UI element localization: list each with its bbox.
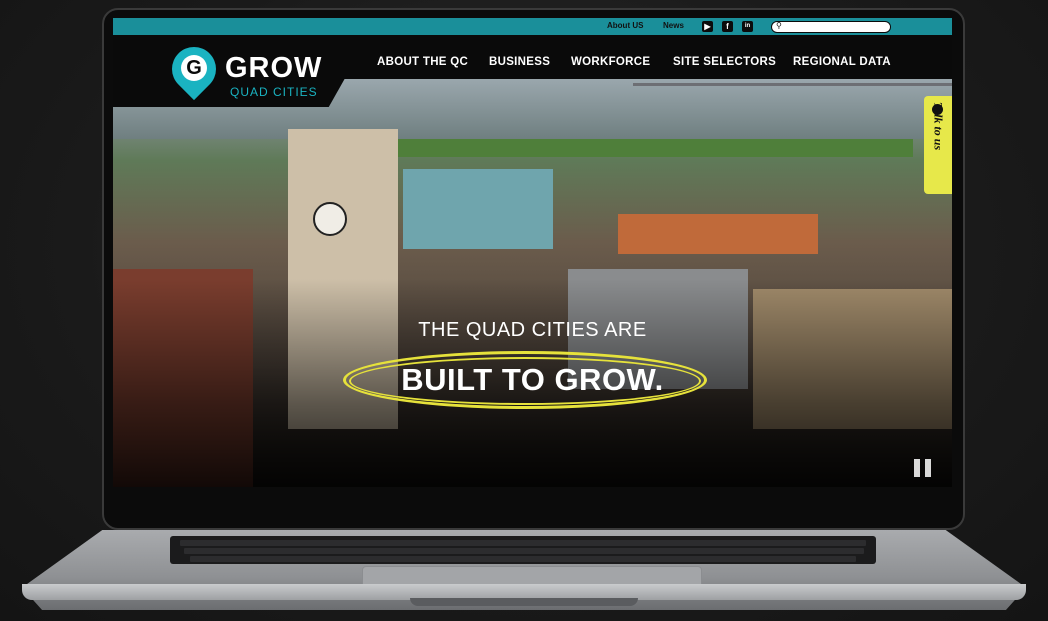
- pause-button[interactable]: [914, 459, 934, 477]
- browser-screen: About US News ▶ f in ⚲ ABOUT THE QC BUSI…: [113, 18, 952, 487]
- linkedin-icon[interactable]: in: [742, 21, 753, 32]
- talk-to-us-label: Talk to us: [931, 101, 946, 151]
- clock-face: [313, 202, 347, 236]
- hero-background-photo: [113, 79, 952, 487]
- bridge: [633, 83, 952, 110]
- pause-icon: [914, 459, 920, 477]
- logo-subtitle: QUAD CITIES: [230, 85, 318, 99]
- news-link[interactable]: News: [663, 21, 684, 30]
- logo-title: GROW: [225, 52, 323, 84]
- nav-about-the-qc[interactable]: ABOUT THE QC: [377, 56, 468, 68]
- nav-regional-data[interactable]: REGIONAL DATA: [793, 56, 891, 68]
- search-input[interactable]: ⚲: [771, 21, 891, 33]
- laptop-hinge: [410, 598, 638, 606]
- youtube-icon[interactable]: ▶: [702, 21, 713, 32]
- about-us-link[interactable]: About US: [607, 21, 643, 30]
- utility-bar: About US News ▶ f in ⚲: [113, 18, 952, 35]
- hero-subtitle: THE QUAD CITIES ARE: [418, 319, 647, 341]
- nav-business[interactable]: BUSINESS: [489, 56, 550, 68]
- building-orange: [618, 214, 818, 254]
- facebook-icon[interactable]: f: [722, 21, 733, 32]
- search-icon: ⚲: [776, 21, 782, 30]
- nav-workforce[interactable]: WORKFORCE: [571, 56, 650, 68]
- keyboard: [170, 536, 876, 564]
- riverfront-park: [393, 139, 913, 157]
- building-blue: [403, 169, 553, 249]
- nav-site-selectors[interactable]: SITE SELECTORS: [673, 56, 776, 68]
- logo-mark: G: [181, 55, 207, 81]
- hero-headline: BUILT TO GROW.: [401, 362, 664, 397]
